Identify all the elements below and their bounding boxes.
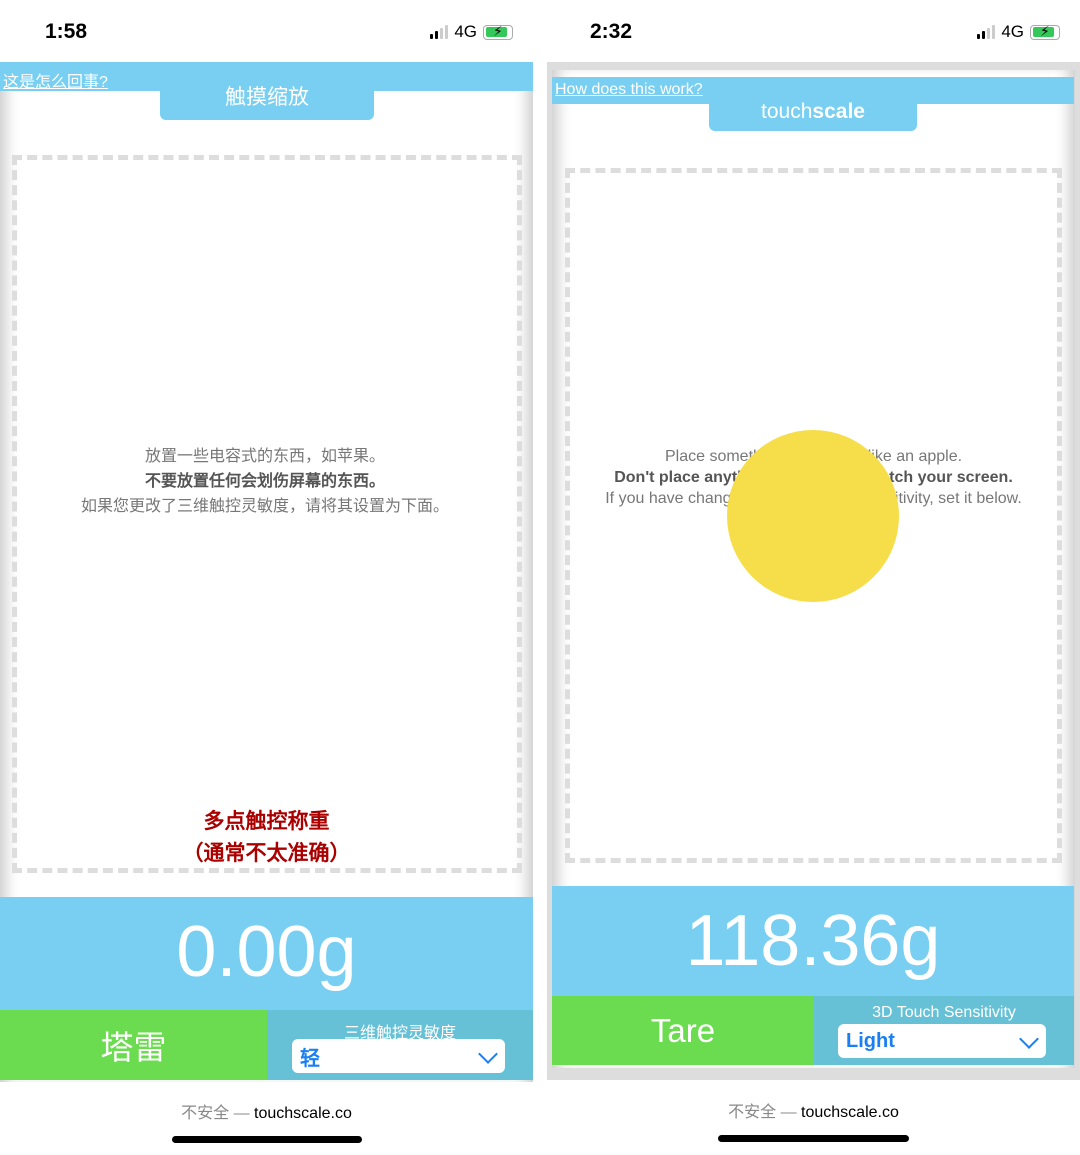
signal-icon [430, 25, 449, 39]
weight-display: 0.00g [0, 897, 533, 1010]
status-bar-icons: 4G ⚡ [430, 22, 513, 42]
multitouch-title: 多点触控称重 [203, 810, 330, 833]
right-phone-screen: 2:32 4G ⚡ How does this work? touchscale… [547, 0, 1080, 1155]
status-time: 2:32 [590, 20, 633, 43]
chevron-down-icon [1019, 1029, 1039, 1049]
sensitivity-select[interactable]: 轻 [292, 1039, 505, 1073]
home-indicator[interactable] [172, 1136, 362, 1143]
instructions: 放置一些电容式的东西，如苹果。 不要放置任何会划伤屏幕的东西。 如果您更改了三维… [30, 444, 500, 519]
battery-charging-icon: ⚡ [483, 23, 513, 40]
address-bar[interactable]: 不安全 — touchscale.co [547, 1098, 1080, 1122]
help-link[interactable]: How does this work? [555, 81, 703, 99]
status-bar-icons: 4G ⚡ [977, 22, 1060, 42]
sensitivity-value: 轻 [300, 1047, 320, 1070]
tare-button[interactable]: Tare [552, 996, 814, 1065]
app-title: touchscale [709, 100, 917, 131]
tare-button[interactable]: 塔雷 [0, 1010, 267, 1080]
home-indicator[interactable] [718, 1135, 909, 1142]
instruction-warning: 不要放置任何会划伤屏幕的东西。 [144, 473, 385, 490]
status-time: 1:58 [45, 20, 88, 43]
chevron-down-icon [478, 1044, 498, 1064]
address-bar[interactable]: 不安全 — touchscale.co [0, 1099, 533, 1123]
battery-charging-icon: ⚡ [1030, 23, 1060, 40]
touch-point-indicator [727, 430, 899, 602]
sensitivity-value: Light [846, 1029, 895, 1052]
title-light: touch [761, 100, 813, 123]
instruction-line: 如果您更改了三维触控灵敏度，请将其设置为下面。 [80, 498, 449, 515]
left-phone-screen: 1:58 4G ⚡ 这是怎么回事? 触摸缩放 放置一些电容式的东西，如苹果。 不… [0, 0, 533, 1155]
title-bold: scale [812, 100, 865, 123]
network-label: 4G [1001, 22, 1024, 41]
url-text: touchscale.co [254, 1105, 352, 1122]
insecure-label: 不安全 — [728, 1104, 797, 1121]
sensitivity-panel: 三维触控灵敏度 轻 [267, 1010, 533, 1080]
insecure-label: 不安全 — [181, 1105, 250, 1122]
sensitivity-select[interactable]: Light [838, 1024, 1046, 1058]
sensitivity-panel: 3D Touch Sensitivity Light [814, 996, 1074, 1065]
multitouch-note: 多点触控称重 （通常不太准确） [60, 806, 473, 870]
instruction-line: 放置一些电容式的东西，如苹果。 [144, 448, 385, 465]
sensitivity-label: 3D Touch Sensitivity [872, 1004, 1016, 1021]
signal-icon [977, 25, 996, 39]
app-title: 触摸缩放 [160, 87, 374, 120]
network-label: 4G [454, 22, 477, 41]
url-text: touchscale.co [801, 1104, 899, 1121]
help-link[interactable]: 这是怎么回事? [3, 68, 108, 92]
multitouch-subtitle: （通常不太准确） [182, 842, 351, 865]
weight-display: 118.36g [552, 886, 1074, 996]
